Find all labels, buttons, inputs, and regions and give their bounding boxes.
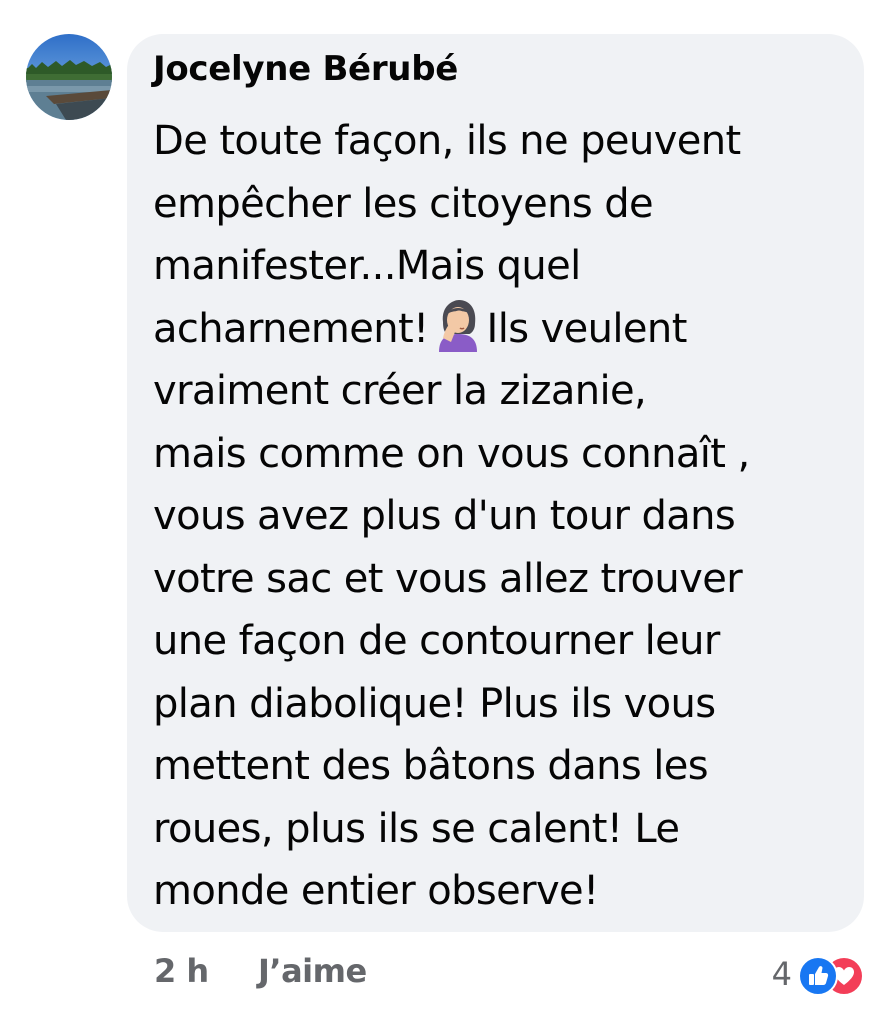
comment-author-name[interactable]: Jocelyne Bérubé xyxy=(153,49,458,89)
reactions-summary[interactable]: 4 xyxy=(772,952,864,996)
comment-text-line: manifester...Mais quel xyxy=(153,243,581,289)
comment-timestamp[interactable]: 2 h xyxy=(154,952,209,990)
reaction-icons xyxy=(798,954,864,996)
comment-text-line: vraiment créer la zizanie, xyxy=(153,368,647,414)
comment-text-line: De toute façon, ils ne peuvent xyxy=(153,118,741,164)
woman-facepalming-emoji-icon xyxy=(433,298,483,352)
comment-text-line: mais comme on vous connaît , xyxy=(153,430,750,477)
comment-text-segment: Ils veulent xyxy=(486,305,688,352)
reaction-count: 4 xyxy=(771,955,792,993)
avatar[interactable] xyxy=(26,34,112,120)
profile-photo-icon xyxy=(26,34,112,120)
like-button[interactable]: J’aime xyxy=(258,952,367,990)
comment-text-line: votre sac et vous allez trouver xyxy=(153,555,743,602)
comment-text-line: mettent des bâtons dans les xyxy=(153,743,709,789)
comment-text-line: vous avez plus d'un tour dans xyxy=(153,493,736,539)
comment-text-line: monde entier observe! xyxy=(153,868,599,914)
comment-text-line: roues, plus ils se calent! Le xyxy=(153,805,680,852)
comment-text-line-with-emoji: acharnement! Ils veulent xyxy=(153,298,853,361)
comment-text: De toute façon, ils ne peuvent empêcher … xyxy=(153,110,853,923)
comment-text-line: une façon de contourner leur xyxy=(153,618,720,664)
comment-text-line: plan diabolique! Plus ils vous xyxy=(153,680,716,727)
comment-footer: 2 h J’aime 4 xyxy=(0,952,890,1002)
comment-text-segment: acharnement! xyxy=(153,305,429,352)
comment-text-line: empêcher les citoyens de xyxy=(153,180,654,227)
like-reaction-icon xyxy=(798,956,838,996)
